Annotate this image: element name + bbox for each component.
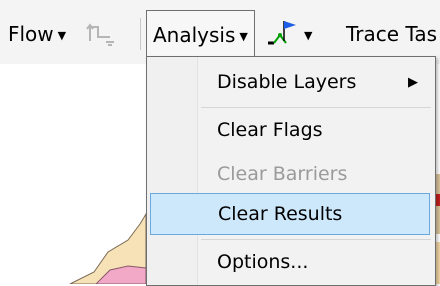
menu-item-label: Disable Layers xyxy=(217,71,357,93)
add-flag-tool[interactable]: ▼ xyxy=(262,16,312,52)
menu-item-clear-results[interactable]: Clear Results xyxy=(150,193,430,235)
flow-dropdown[interactable]: Flow ▼ xyxy=(8,16,66,52)
menu-item-clear-barriers: Clear Barriers xyxy=(150,153,430,195)
flow-direction-icon[interactable] xyxy=(84,16,124,52)
flag-icon xyxy=(262,17,300,52)
dropdown-arrow-icon: ▼ xyxy=(239,29,248,43)
trace-tasks-label: Trace Tas xyxy=(346,22,437,46)
menu-item-label: Options... xyxy=(217,251,309,273)
analysis-menu: Disable Layers ▶ Clear Flags Clear Barri… xyxy=(146,56,436,286)
menu-separator xyxy=(201,107,431,108)
menu-item-label: Clear Results xyxy=(218,203,343,225)
menu-item-label: Clear Barriers xyxy=(217,163,348,185)
dropdown-arrow-icon: ▼ xyxy=(57,28,67,42)
analysis-label: Analysis xyxy=(153,23,236,47)
dropdown-arrow-icon: ▼ xyxy=(304,28,313,42)
utility-network-toolbar: Flow ▼ Analysis ▼ ▼ Trace Tas xyxy=(0,0,440,64)
menu-item-options[interactable]: Options... xyxy=(150,241,430,283)
menu-item-disable-layers[interactable]: Disable Layers ▶ xyxy=(150,61,430,103)
menu-item-label: Clear Flags xyxy=(217,119,323,141)
flow-label: Flow xyxy=(8,22,54,46)
toolbar-separator xyxy=(140,18,141,50)
analysis-dropdown[interactable]: Analysis ▼ xyxy=(146,10,255,59)
submenu-arrow-icon: ▶ xyxy=(408,74,418,90)
menu-separator xyxy=(201,239,431,240)
menu-item-clear-flags[interactable]: Clear Flags xyxy=(150,109,430,151)
